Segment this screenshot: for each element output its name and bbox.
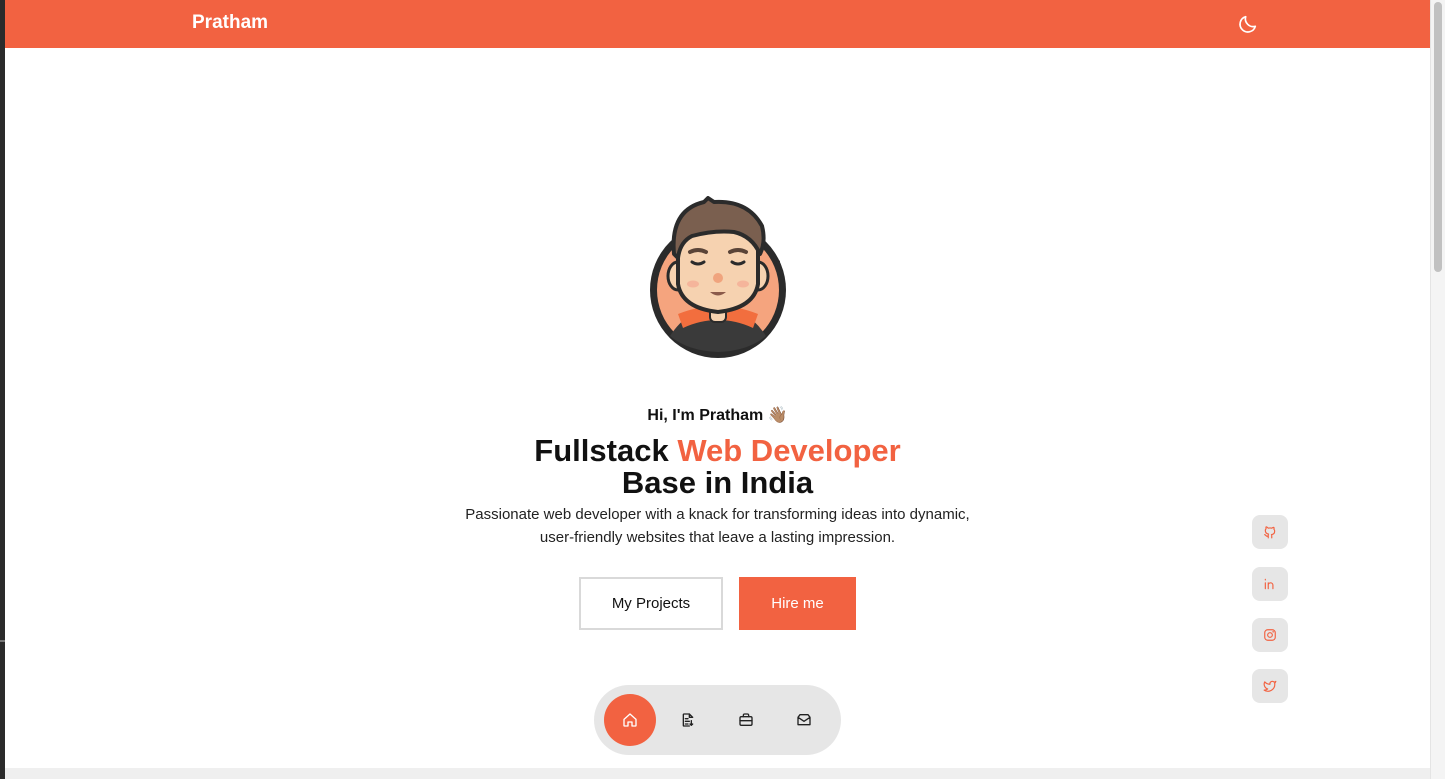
brand-logo[interactable]: Pratham <box>192 12 268 34</box>
theme-toggle-button[interactable] <box>1237 13 1259 35</box>
social-github-button[interactable] <box>1252 515 1288 549</box>
twitter-icon <box>1263 680 1277 692</box>
left-edge-marker <box>0 640 5 642</box>
dock-resume-button[interactable] <box>662 694 714 746</box>
avatar-illustration <box>650 196 786 358</box>
headline-part2: Base in India <box>621 465 814 500</box>
subtitle-line2: user-friendly websites that leave a last… <box>539 529 896 546</box>
social-instagram-button[interactable] <box>1252 618 1288 652</box>
headline-part1: Fullstack <box>534 433 669 468</box>
vertical-scrollbar[interactable] <box>1430 0 1445 779</box>
hire-me-button[interactable]: Hire me <box>739 577 856 630</box>
hero-headline: Fullstack Web Developer Base in India <box>0 435 1435 499</box>
left-window-edge <box>0 0 5 779</box>
mail-icon <box>797 714 811 726</box>
bottom-dock-nav <box>594 685 841 755</box>
briefcase-icon <box>739 713 753 726</box>
moon-icon <box>1239 15 1257 33</box>
headline-accent: Web Developer <box>677 433 901 468</box>
dock-home-button[interactable] <box>604 694 656 746</box>
home-icon <box>623 713 637 727</box>
my-projects-button[interactable]: My Projects <box>579 577 723 630</box>
subtitle-line1: Passionate web developer with a knack fo… <box>465 506 970 523</box>
document-icon <box>682 713 694 727</box>
scrollbar-thumb[interactable] <box>1434 2 1442 272</box>
hero-subtitle: Passionate web developer with a knack fo… <box>430 503 1005 549</box>
linkedin-icon <box>1264 578 1274 590</box>
social-linkedin-button[interactable] <box>1252 567 1288 601</box>
instagram-icon <box>1264 629 1276 641</box>
dock-projects-button[interactable] <box>720 694 772 746</box>
social-twitter-button[interactable] <box>1252 669 1288 703</box>
top-navbar: Pratham <box>5 0 1430 48</box>
bottom-edge <box>5 768 1430 779</box>
dock-contact-button[interactable] <box>778 694 830 746</box>
greeting-text: Hi, I'm Pratham 👋🏽 <box>647 407 788 424</box>
github-icon <box>1264 526 1276 539</box>
